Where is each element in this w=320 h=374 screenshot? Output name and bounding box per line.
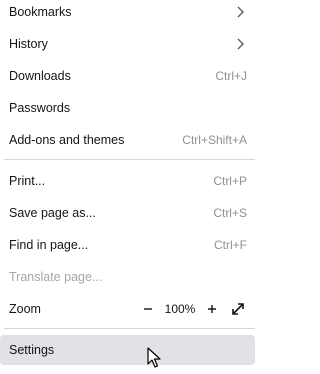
plus-icon xyxy=(208,305,216,313)
menu-item-label: Print... xyxy=(9,174,46,188)
menu-item-passwords[interactable]: Passwords xyxy=(0,94,261,122)
menu-item-label: Downloads xyxy=(9,69,71,83)
menu-item-shortcut: Ctrl+P xyxy=(213,174,247,188)
menu-separator xyxy=(4,328,255,329)
minus-icon xyxy=(144,308,152,310)
menu-item-label: Find in page... xyxy=(9,238,89,252)
menu-item-bookmarks[interactable]: Bookmarks xyxy=(0,0,261,26)
menu-item-save-page[interactable]: Save page as... Ctrl+S xyxy=(0,199,261,227)
menu-item-label: Translate page... xyxy=(9,270,103,284)
chevron-right-icon xyxy=(237,6,244,18)
menu-item-label: Passwords xyxy=(9,101,71,115)
menu-item-shortcut: Ctrl+F xyxy=(214,238,247,252)
menu-item-label: History xyxy=(9,37,48,51)
fullscreen-button[interactable] xyxy=(229,300,247,318)
menu-item-label: Settings xyxy=(9,343,55,357)
app-menu: Bookmarks History Downloads Ctrl+J Passw… xyxy=(0,0,261,374)
zoom-out-button[interactable] xyxy=(139,300,157,318)
menu-separator xyxy=(4,159,255,160)
zoom-label: Zoom xyxy=(9,302,41,316)
menu-item-translate-page: Translate page... xyxy=(0,263,261,291)
menu-item-settings[interactable]: Settings xyxy=(0,335,255,365)
menu-item-downloads[interactable]: Downloads Ctrl+J xyxy=(0,62,261,90)
mouse-pointer-icon xyxy=(147,347,161,368)
menu-item-shortcut: Ctrl+Shift+A xyxy=(182,133,247,147)
menu-item-label: Save page as... xyxy=(9,206,96,220)
zoom-in-button[interactable] xyxy=(203,300,221,318)
menu-item-shortcut: Ctrl+J xyxy=(215,69,247,83)
menu-item-print[interactable]: Print... Ctrl+P xyxy=(0,167,261,195)
menu-item-shortcut: Ctrl+S xyxy=(213,206,247,220)
menu-item-history[interactable]: History xyxy=(0,30,261,58)
menu-item-label: Add-ons and themes xyxy=(9,133,125,147)
menu-item-zoom: Zoom 100% xyxy=(0,295,261,323)
fullscreen-icon xyxy=(232,303,244,315)
menu-item-addons[interactable]: Add-ons and themes Ctrl+Shift+A xyxy=(0,126,261,154)
menu-item-find-in-page[interactable]: Find in page... Ctrl+F xyxy=(0,231,261,259)
chevron-right-icon xyxy=(237,38,244,50)
zoom-controls: 100% xyxy=(139,300,247,318)
menu-item-label: Bookmarks xyxy=(9,5,72,19)
zoom-reset-button[interactable]: 100% xyxy=(157,302,203,316)
